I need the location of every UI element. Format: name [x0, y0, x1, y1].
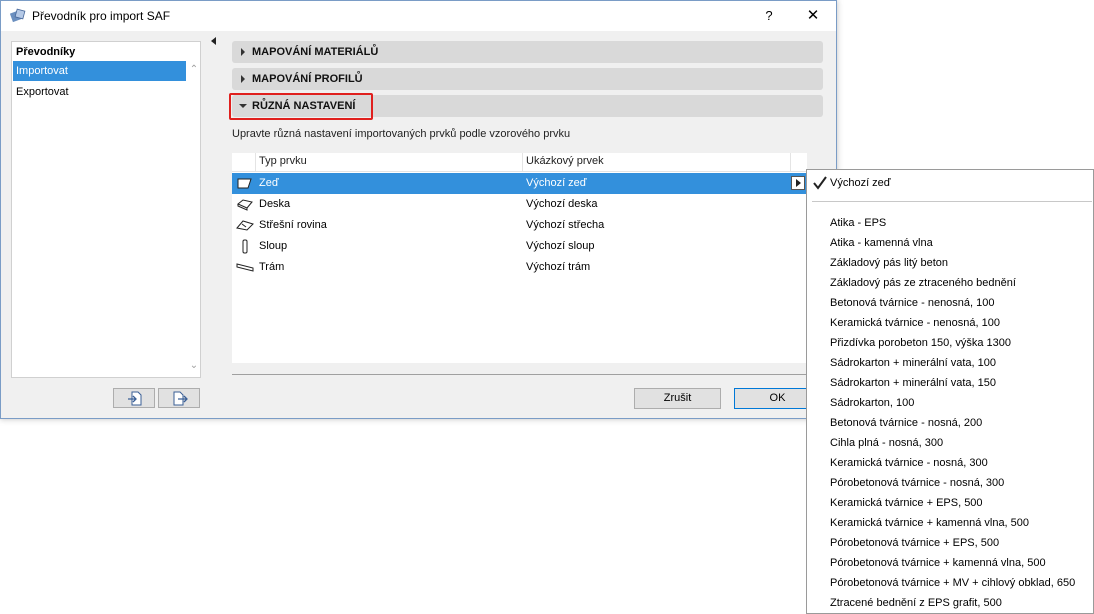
element-settings-table: Typ prvku Ukázkový prvek Zeď Výchozí zeď…	[232, 153, 807, 363]
dropdown-option[interactable]: Betonová tvárnice - nosná, 200	[830, 417, 982, 429]
dropdown-option[interactable]: Sádrokarton + minerální vata, 100	[830, 357, 996, 369]
dropdown-option[interactable]: Keramická tvárnice - nosná, 300	[830, 457, 988, 469]
dropdown-option[interactable]: Přizdívka porobeton 150, výška 1300	[830, 337, 1011, 349]
dropdown-option[interactable]: Betonová tvárnice - nenosná, 100	[830, 297, 995, 309]
dropdown-option[interactable]: Pórobetonová tvárnice - nosná, 300	[830, 477, 1004, 489]
wall-icon	[237, 178, 252, 189]
table-row[interactable]: Zeď Výchozí zeď	[232, 173, 807, 194]
checkmark-icon	[813, 176, 827, 190]
sidebar-item-import[interactable]: Importovat	[13, 61, 186, 81]
section-label: MAPOVÁNÍ MATERIÁLŮ	[252, 46, 379, 58]
section-material-mapping[interactable]: MAPOVÁNÍ MATERIÁLŮ	[232, 41, 823, 63]
open-dropdown-button[interactable]	[791, 176, 805, 190]
sample-element-dropdown: Výchozí zeď Atika - EPS Atika - kamenná …	[806, 169, 1094, 614]
cancel-button[interactable]: Zrušit	[634, 388, 721, 409]
dropdown-option[interactable]: Atika - kamenná vlna	[830, 237, 933, 249]
section-profile-mapping[interactable]: MAPOVÁNÍ PROFILŮ	[232, 68, 823, 90]
help-button[interactable]: ?	[758, 5, 780, 27]
saf-import-dialog: Převodník pro import SAF ? ✕ Převodníky …	[0, 0, 837, 419]
dropdown-option[interactable]: Cihla plná - nosná, 300	[830, 437, 943, 449]
table-row[interactable]: Střešní rovina Výchozí střecha	[232, 215, 807, 236]
table-row[interactable]: Sloup Výchozí sloup	[232, 236, 807, 257]
app-icon	[10, 8, 26, 23]
column-divider	[790, 153, 791, 172]
table-row[interactable]: Trám Výchozí trám	[232, 257, 807, 278]
export-settings-button[interactable]	[158, 388, 200, 408]
row-sample: Výchozí zeď	[526, 177, 587, 189]
row-type: Sloup	[259, 240, 288, 252]
dropdown-option[interactable]: Keramická tvárnice + kamenná vlna, 500	[830, 517, 1029, 529]
dropdown-option[interactable]: Sádrokarton + minerální vata, 150	[830, 377, 996, 389]
column-header-sample[interactable]: Ukázkový prvek	[526, 155, 604, 167]
title-bar: Převodník pro import SAF ? ✕	[1, 1, 836, 31]
translator-list-header: Převodníky	[16, 46, 76, 58]
beam-icon	[236, 263, 254, 272]
close-button[interactable]: ✕	[801, 5, 825, 27]
section-description: Upravte různá nastavení importovaných pr…	[232, 128, 571, 140]
dropdown-option[interactable]: Keramická tvárnice - nenosná, 100	[830, 317, 1000, 329]
roof-icon	[236, 220, 254, 231]
import-settings-button[interactable]	[113, 388, 155, 408]
dropdown-option[interactable]: Sádrokarton, 100	[830, 397, 914, 409]
row-sample: Výchozí trám	[526, 261, 591, 273]
table-header: Typ prvku Ukázkový prvek	[232, 153, 807, 172]
row-type: Zeď	[259, 177, 279, 189]
dropdown-current-option[interactable]: Výchozí zeď	[830, 177, 891, 189]
table-row[interactable]: Deska Výchozí deska	[232, 194, 807, 215]
dropdown-option[interactable]: Pórobetonová tvárnice + MV + cihlový obk…	[830, 577, 1075, 589]
window-title: Převodník pro import SAF	[32, 9, 171, 23]
expand-arrow-icon	[241, 75, 245, 83]
play-arrow-icon	[796, 179, 801, 187]
column-header-type[interactable]: Typ prvku	[259, 155, 307, 167]
export-icon	[173, 391, 188, 406]
highlight-frame	[229, 93, 373, 120]
dropdown-option[interactable]: Základový pás litý beton	[830, 257, 948, 269]
translator-list: Převodníky Importovat Exportovat ⌃ ⌄	[11, 41, 201, 378]
scroll-up-icon[interactable]: ⌃	[188, 64, 200, 76]
import-icon	[128, 391, 142, 406]
slab-icon	[237, 199, 253, 211]
scroll-down-icon[interactable]: ⌄	[188, 360, 200, 372]
dropdown-separator	[812, 201, 1092, 202]
dropdown-option[interactable]: Pórobetonová tvárnice + EPS, 500	[830, 537, 999, 549]
column-icon	[242, 239, 248, 254]
row-sample: Výchozí střecha	[526, 219, 605, 231]
column-divider	[522, 153, 523, 172]
row-sample: Výchozí deska	[526, 198, 598, 210]
dropdown-option[interactable]: Základový pás ze ztraceného bednění	[830, 277, 1016, 289]
row-type: Trám	[259, 261, 285, 273]
divider	[232, 374, 807, 375]
section-label: MAPOVÁNÍ PROFILŮ	[252, 73, 363, 85]
column-divider	[255, 153, 256, 172]
row-type: Střešní rovina	[259, 219, 327, 231]
dropdown-option[interactable]: Atika - EPS	[830, 217, 886, 229]
dropdown-option[interactable]: Ztracené bednění z EPS grafit, 500	[830, 597, 1002, 609]
dropdown-option[interactable]: Pórobetonová tvárnice + kamenná vlna, 50…	[830, 557, 1046, 569]
dropdown-option[interactable]: Keramická tvárnice + EPS, 500	[830, 497, 983, 509]
collapse-sidebar-icon[interactable]	[209, 36, 219, 46]
sidebar-item-export[interactable]: Exportovat	[13, 82, 186, 102]
row-type: Deska	[259, 198, 291, 210]
expand-arrow-icon	[241, 48, 245, 56]
row-sample: Výchozí sloup	[526, 240, 595, 252]
